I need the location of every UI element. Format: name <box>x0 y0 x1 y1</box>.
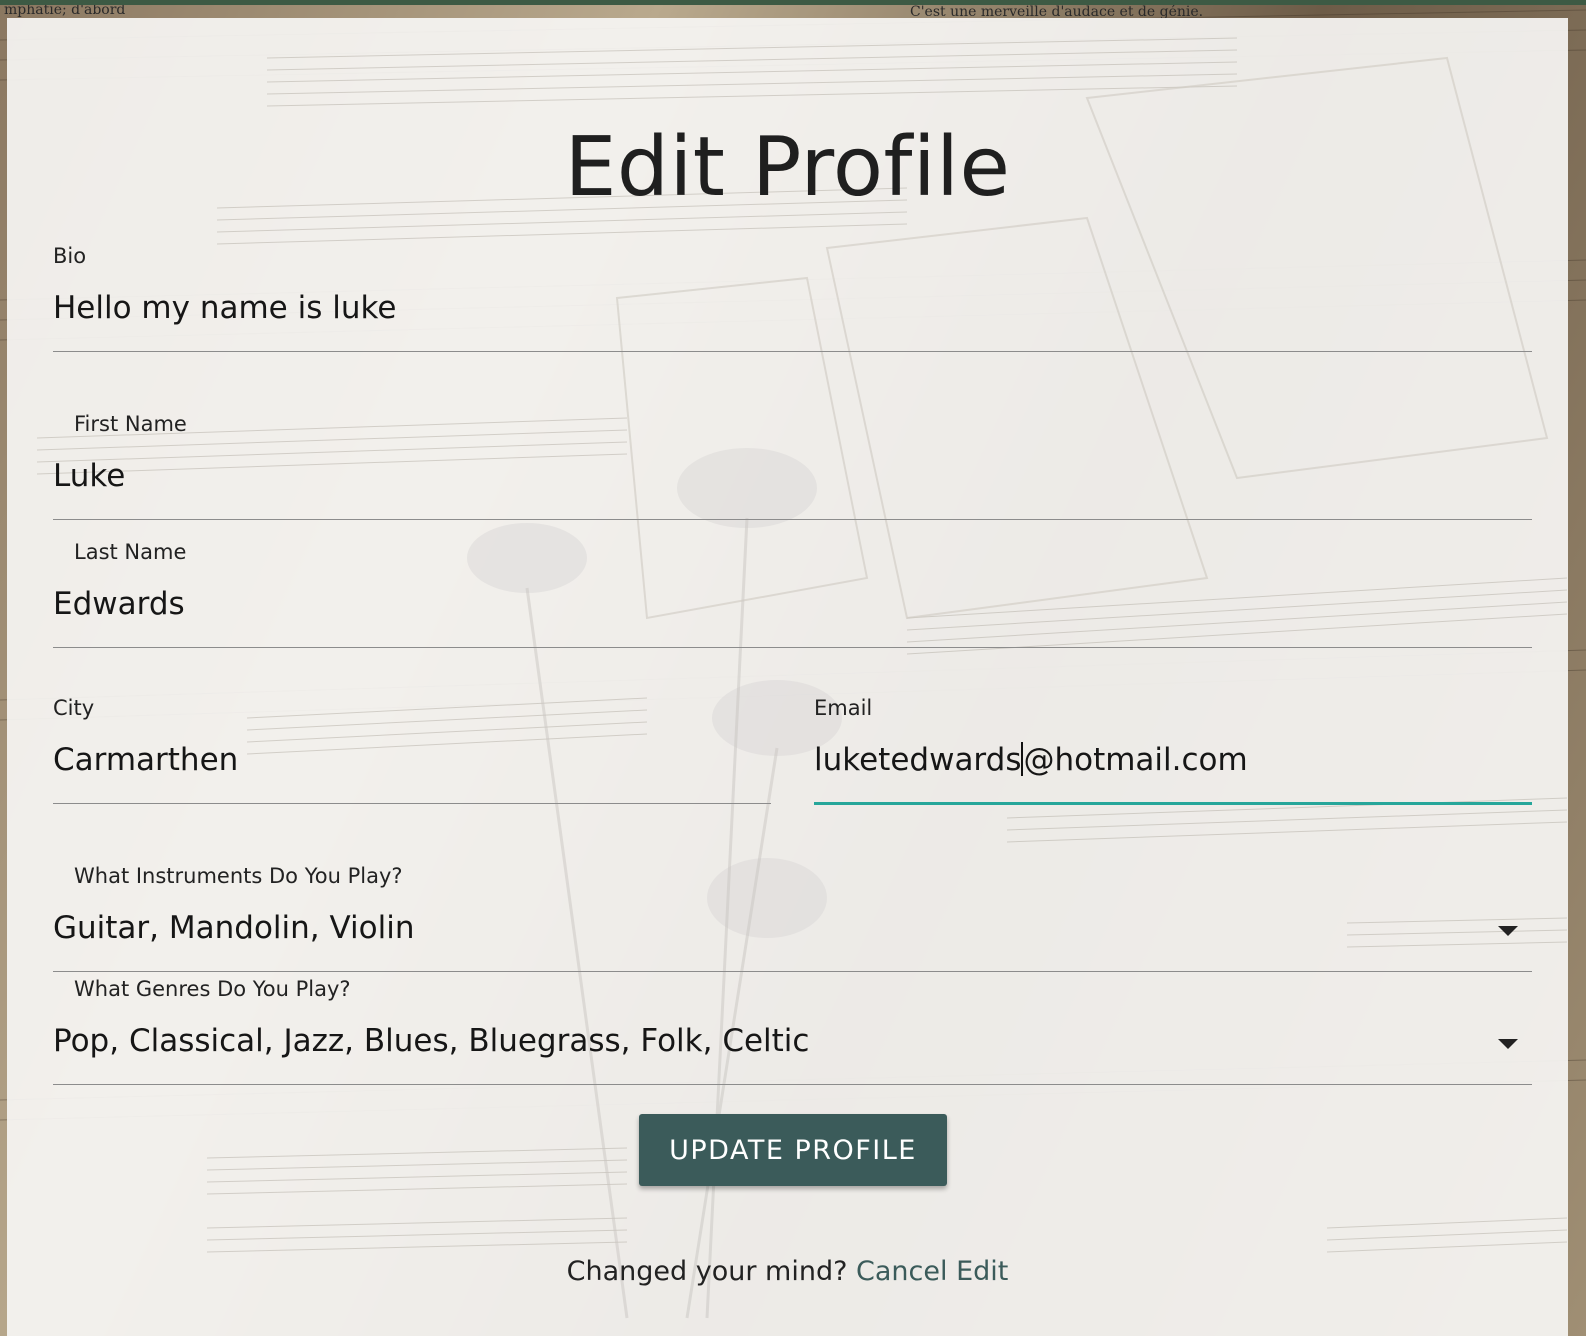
edit-profile-card: Edit Profile Bio Hello my name is luke F… <box>7 18 1568 1336</box>
instruments-underline <box>53 971 1532 972</box>
caret-down-icon[interactable] <box>1498 926 1518 936</box>
cancel-edit-link[interactable]: Cancel Edit <box>856 1256 1008 1287</box>
instruments-label: What Instruments Do You Play? <box>74 864 403 888</box>
email-text-before-caret: luketedwards <box>814 742 1022 778</box>
email-label: Email <box>814 696 873 720</box>
update-profile-button[interactable]: UPDATE PROFILE <box>639 1114 947 1186</box>
city-field[interactable]: City Carmarthen <box>53 692 771 805</box>
last-name-input[interactable]: Edwards <box>53 586 185 622</box>
email-input[interactable]: luketedwards@hotmail.com <box>814 742 1248 778</box>
last-name-underline <box>53 647 1532 648</box>
first-name-underline <box>53 519 1532 520</box>
genres-underline <box>53 1084 1532 1085</box>
bio-underline <box>53 351 1532 352</box>
bio-field[interactable]: Bio Hello my name is luke <box>53 240 1532 353</box>
city-underline <box>53 803 771 804</box>
first-name-label: First Name <box>74 412 187 436</box>
cancel-edit-footer: Changed your mind? Cancel Edit <box>7 1256 1568 1287</box>
top-border <box>0 0 1586 5</box>
genres-value[interactable]: Pop, Classical, Jazz, Blues, Bluegrass, … <box>53 1023 809 1059</box>
genres-select[interactable]: What Genres Do You Play? Pop, Classical,… <box>53 973 1532 1086</box>
email-underline-focused <box>814 802 1532 805</box>
last-name-label: Last Name <box>74 540 187 564</box>
last-name-field[interactable]: Last Name Edwards <box>53 536 1532 649</box>
genres-label: What Genres Do You Play? <box>74 977 351 1001</box>
caret-down-icon[interactable] <box>1498 1039 1518 1049</box>
email-field[interactable]: Email luketedwards@hotmail.com <box>814 692 1532 807</box>
email-text-after-caret: @hotmail.com <box>1023 742 1248 778</box>
instruments-select[interactable]: What Instruments Do You Play? Guitar, Ma… <box>53 860 1532 973</box>
bio-label: Bio <box>53 244 87 268</box>
first-name-input[interactable]: Luke <box>53 458 125 494</box>
bio-input[interactable]: Hello my name is luke <box>53 290 396 326</box>
page-title: Edit Profile <box>564 120 1011 215</box>
first-name-field[interactable]: First Name Luke <box>53 408 1532 521</box>
city-input[interactable]: Carmarthen <box>53 742 238 778</box>
instruments-value[interactable]: Guitar, Mandolin, Violin <box>53 910 414 946</box>
cancel-prompt: Changed your mind? <box>566 1256 848 1287</box>
city-label: City <box>53 696 95 720</box>
